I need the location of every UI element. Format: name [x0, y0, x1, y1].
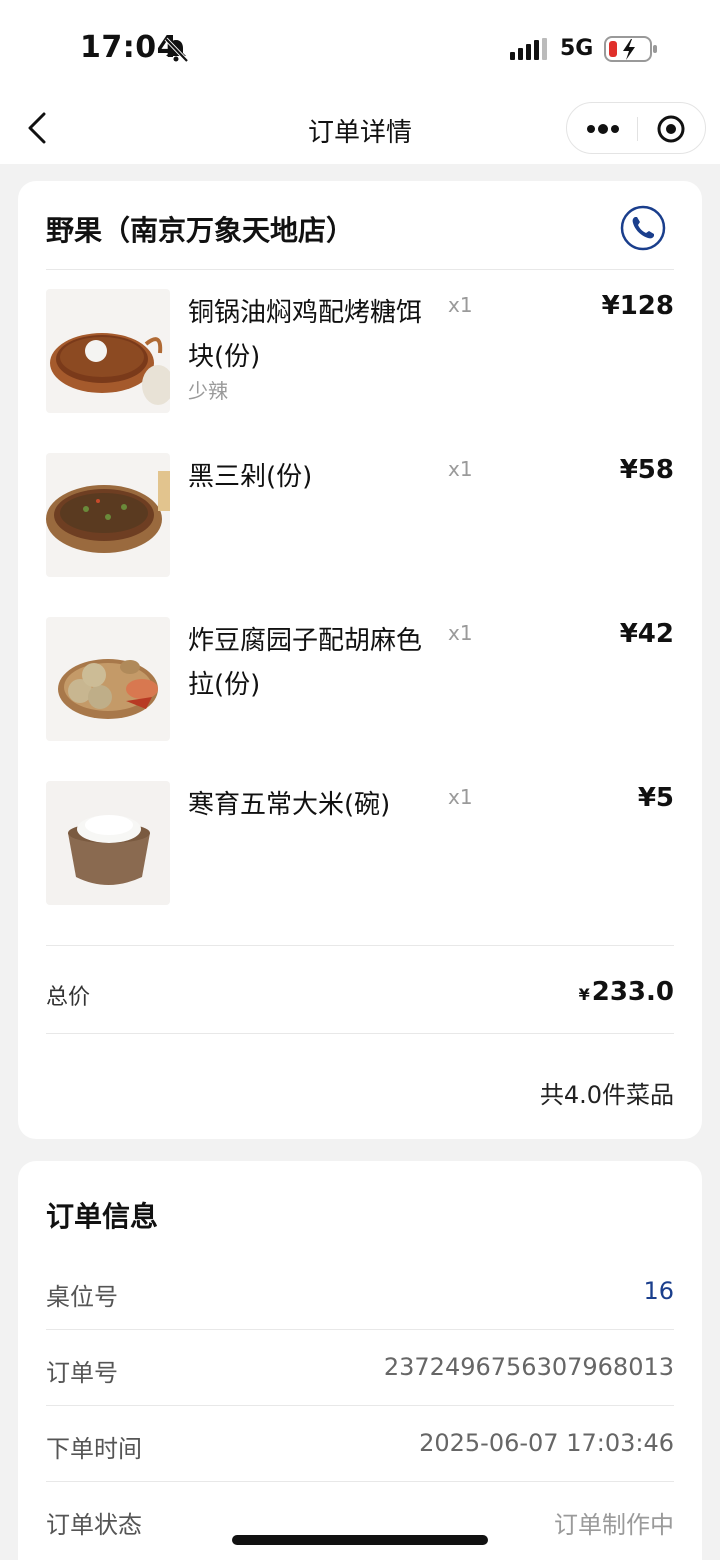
- info-label: 桌位号: [46, 1283, 118, 1311]
- dish-name: 寒育五常大米(碗): [188, 790, 391, 820]
- dish-price: ¥58: [619, 455, 674, 485]
- order-items-card: 野果（南京万象天地店） 铜锅油焖鸡配烤糖饵块(份) 少辣 x1 ¥128 黑三剁…: [18, 181, 702, 1139]
- item-count: 共4.0件菜品: [539, 1081, 674, 1109]
- signal-icon: [510, 38, 547, 60]
- dish-price: ¥42: [619, 619, 674, 649]
- info-label: 订单号: [46, 1359, 118, 1387]
- info-row-table: 桌位号 16: [46, 1277, 674, 1353]
- dish-name: 黑三剁(份): [188, 462, 313, 492]
- mini-program-capsule: [566, 102, 706, 154]
- row-divider: [46, 1329, 674, 1330]
- dish-name: 铜锅油焖鸡配烤糖饵块(份): [188, 298, 423, 372]
- info-label: 下单时间: [46, 1435, 142, 1463]
- table-number: 16: [643, 1277, 674, 1305]
- total-divider: [46, 1033, 674, 1034]
- dish-quantity: x1: [448, 457, 473, 481]
- total-price: ¥233.0: [579, 977, 674, 1007]
- total-label: 总价: [46, 985, 91, 1010]
- list-item[interactable]: 寒育五常大米(碗) x1 ¥5: [46, 781, 674, 905]
- order-number: 2372496756307968013: [383, 1353, 674, 1381]
- total-amount: 233.0: [591, 977, 674, 1007]
- dish-quantity: x1: [448, 785, 473, 809]
- row-divider: [46, 1481, 674, 1482]
- close-target-icon[interactable]: [655, 113, 687, 145]
- order-info-title: 订单信息: [46, 1200, 159, 1233]
- dish-image: [46, 781, 170, 905]
- network-label: 5G: [560, 36, 594, 61]
- order-time: 2025-06-07 17:03:46: [419, 1429, 674, 1457]
- bell-muted-icon: [164, 37, 189, 63]
- phone-icon[interactable]: [620, 205, 666, 251]
- status-bar: 17:04 5G: [0, 0, 720, 96]
- dish-name: 炸豆腐园子配胡麻色拉(份): [188, 626, 423, 700]
- dish-price: ¥128: [601, 291, 674, 321]
- info-row-status: 订单状态 订单制作中: [46, 1505, 674, 1560]
- header-divider: [46, 269, 674, 270]
- dish-quantity: x1: [448, 293, 473, 317]
- currency-symbol: ¥: [578, 985, 590, 1004]
- dish-price: ¥5: [637, 783, 674, 813]
- items-divider: [46, 945, 674, 946]
- list-item[interactable]: 铜锅油焖鸡配烤糖饵块(份) 少辣 x1 ¥128: [46, 289, 674, 413]
- info-row-order-time: 下单时间 2025-06-07 17:03:46: [46, 1429, 674, 1505]
- list-item[interactable]: 炸豆腐园子配胡麻色拉(份) x1 ¥42: [46, 617, 674, 741]
- list-item[interactable]: 黑三剁(份) x1 ¥58: [46, 453, 674, 577]
- order-status: 订单制作中: [554, 1511, 674, 1539]
- nav-bar: 订单详情: [0, 96, 720, 164]
- info-row-order-id: 订单号 2372496756307968013: [46, 1353, 674, 1429]
- dish-image: [46, 289, 170, 413]
- row-divider: [46, 1405, 674, 1406]
- more-dots-icon[interactable]: [581, 115, 625, 143]
- dish-image: [46, 617, 170, 741]
- capsule-divider: [637, 117, 638, 141]
- dish-quantity: x1: [448, 621, 473, 645]
- home-indicator[interactable]: [232, 1535, 488, 1545]
- dish-image: [46, 453, 170, 577]
- store-name: 野果（南京万象天地店）: [46, 214, 355, 247]
- dish-note: 少辣: [188, 379, 228, 403]
- info-label: 订单状态: [46, 1511, 142, 1539]
- order-info-card: 订单信息 桌位号 16 订单号 2372496756307968013 下单时间…: [18, 1161, 702, 1560]
- battery-charging-icon: [604, 36, 657, 62]
